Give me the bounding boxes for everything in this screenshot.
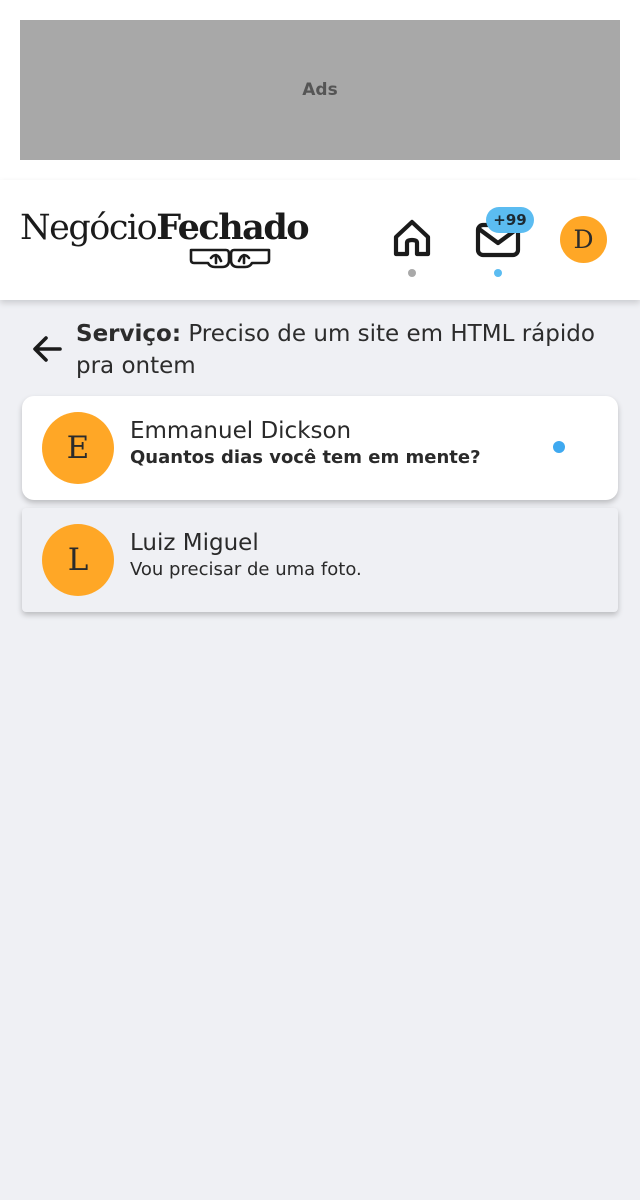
contact-name: Luiz Miguel — [130, 530, 259, 556]
back-arrow-icon[interactable] — [30, 332, 64, 366]
contact-avatar: E — [42, 412, 114, 484]
mail-count-badge: +99 — [486, 207, 534, 233]
top-area: Ads NegócioFechado +99 D — [0, 0, 640, 300]
contact-avatar: L — [42, 524, 114, 596]
last-message: Vou precisar de uma foto. — [130, 559, 362, 580]
conversation-item[interactable]: E Emmanuel Dickson Quantos dias você tem… — [22, 396, 618, 500]
home-icon[interactable] — [390, 215, 434, 259]
logo-text-part2: Fechado — [156, 207, 309, 248]
logo-text-part1: Negócio — [20, 208, 158, 248]
ads-banner[interactable]: Ads — [20, 20, 620, 160]
logo[interactable]: NegócioFechado — [20, 206, 310, 269]
service-title: Serviço: Preciso de um site em HTML rápi… — [76, 318, 624, 382]
mail-active-dot — [494, 269, 502, 277]
app-header: NegócioFechado +99 D — [0, 180, 640, 300]
contact-name: Emmanuel Dickson — [130, 418, 352, 444]
user-avatar[interactable]: D — [560, 216, 607, 263]
unread-indicator — [553, 441, 565, 453]
service-label: Serviço: — [76, 321, 182, 347]
last-message: Quantos dias você tem em mente? — [130, 447, 481, 468]
logo-text: NegócioFechado — [20, 206, 310, 250]
ads-label: Ads — [302, 80, 338, 100]
conversation-item[interactable]: L Luiz Miguel Vou precisar de uma foto. — [22, 508, 618, 612]
home-active-dot — [408, 269, 416, 277]
handshake-fists-icon — [189, 248, 271, 269]
